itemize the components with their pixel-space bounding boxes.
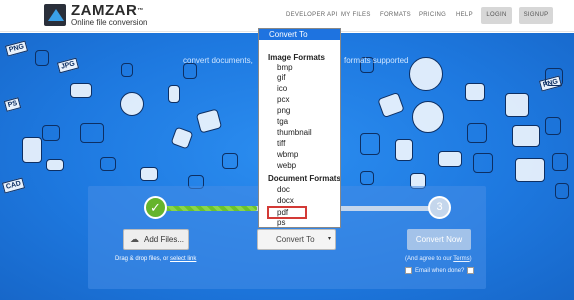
group-image-formats: Image Formats bbox=[268, 53, 325, 62]
printer-icon bbox=[46, 159, 64, 171]
video-icon bbox=[70, 83, 92, 98]
signup-button[interactable]: SIGNUP bbox=[519, 7, 553, 24]
option-pcx[interactable]: pcx bbox=[277, 95, 289, 105]
nav-formats[interactable]: FORMATS bbox=[380, 11, 411, 19]
video-right-icon bbox=[473, 153, 493, 173]
agree-close: ) bbox=[469, 256, 472, 262]
nav-pricing[interactable]: PRICING bbox=[419, 11, 446, 19]
gallery-icon bbox=[512, 125, 540, 147]
option-tga[interactable]: tga bbox=[277, 117, 288, 127]
upload-icon: ☁ bbox=[130, 234, 139, 244]
bg-png-label: PNG bbox=[4, 40, 29, 57]
archive-icon bbox=[22, 137, 42, 163]
media-icon bbox=[170, 126, 194, 150]
chevron-down-icon: ▾ bbox=[327, 236, 331, 242]
option-bmp[interactable]: bmp bbox=[277, 63, 293, 73]
convert-to-label: Convert To bbox=[276, 235, 315, 244]
document-icon bbox=[35, 50, 49, 66]
logo-trademark: ™ bbox=[137, 8, 144, 14]
step-3-indicator: 3 bbox=[428, 196, 451, 219]
option-gif[interactable]: gif bbox=[277, 73, 285, 83]
stack-icon bbox=[545, 117, 561, 135]
add-files-button[interactable]: ☁ Add Files... bbox=[123, 229, 189, 250]
gear-icon bbox=[465, 83, 485, 101]
bg-ps-label: PS bbox=[3, 97, 22, 112]
target-icon bbox=[409, 57, 443, 91]
terms-agreement: (And agree to our Terms) bbox=[405, 255, 472, 263]
option-ico[interactable]: ico bbox=[277, 84, 287, 94]
monitor-icon bbox=[515, 158, 545, 182]
hero-tagline-right: formats supported bbox=[344, 56, 409, 65]
nav-my-files[interactable]: MY FILES bbox=[341, 11, 371, 19]
zamzar-logo[interactable]: ZAMZAR™ Online file conversion bbox=[44, 3, 154, 29]
email-label: Email when done? bbox=[415, 268, 465, 274]
pencil-icon bbox=[377, 91, 405, 119]
tag-icon bbox=[555, 183, 569, 199]
keyboard-icon bbox=[438, 151, 462, 167]
file-icon bbox=[121, 63, 133, 77]
nav-help[interactable]: HELP bbox=[456, 11, 473, 19]
drag-drop-hint: Drag & drop files, or select link bbox=[115, 255, 196, 263]
film-icon bbox=[505, 93, 529, 117]
option-docx[interactable]: docx bbox=[277, 196, 294, 206]
group-document-formats: Document Formats bbox=[268, 174, 341, 183]
record-icon bbox=[412, 101, 444, 133]
option-ps[interactable]: ps bbox=[277, 218, 285, 227]
music-icon bbox=[42, 125, 60, 141]
logo-name: ZAMZAR bbox=[71, 2, 138, 19]
bag-icon bbox=[360, 171, 374, 185]
agree-text: (And agree to our bbox=[405, 256, 452, 262]
option-tiff[interactable]: tiff bbox=[277, 139, 285, 149]
option-png[interactable]: png bbox=[277, 106, 290, 116]
folder-icon bbox=[80, 123, 104, 143]
option-thumbnail[interactable]: thumbnail bbox=[277, 128, 312, 138]
photo-icon bbox=[140, 167, 158, 181]
step-1-complete: ✓ bbox=[144, 196, 167, 219]
select-link[interactable]: select link bbox=[170, 256, 196, 262]
option-wbmp[interactable]: wbmp bbox=[277, 150, 298, 160]
share-icon bbox=[222, 153, 238, 169]
option-doc[interactable]: doc bbox=[277, 185, 290, 195]
step-3-number: 3 bbox=[436, 201, 443, 213]
disc-icon bbox=[120, 92, 144, 116]
bg-jpg-label: JPG bbox=[56, 57, 80, 74]
bg-cad-label: CAD bbox=[1, 177, 26, 194]
convert-to-dropdown-list[interactable]: Convert To Image Formats bmp gif ico pcx… bbox=[258, 28, 341, 228]
progress-fill bbox=[155, 206, 257, 211]
play-icon bbox=[195, 108, 223, 134]
dropdown-option-convert-to[interactable]: Convert To bbox=[259, 29, 340, 40]
logo-tagline: Online file conversion bbox=[71, 18, 148, 27]
check-icon: ✓ bbox=[150, 200, 161, 215]
terms-link[interactable]: Terms bbox=[453, 256, 469, 262]
cd-icon bbox=[545, 68, 563, 86]
login-button[interactable]: LOGIN bbox=[481, 7, 512, 24]
add-files-label: Add Files... bbox=[144, 235, 185, 244]
hero-tagline-left: convert documents, bbox=[183, 56, 253, 65]
drag-drop-text: Drag & drop files, or bbox=[115, 256, 169, 262]
email-icon bbox=[467, 123, 487, 143]
pdf-highlight-box bbox=[267, 206, 307, 219]
convert-to-select[interactable]: Convert To ▾ bbox=[257, 229, 336, 250]
tablet-icon bbox=[395, 139, 413, 161]
option-webp[interactable]: webp bbox=[277, 161, 296, 171]
email-checkbox-left[interactable] bbox=[405, 267, 412, 274]
nav-developer-api[interactable]: DEVELOPER API bbox=[286, 11, 338, 19]
save-icon bbox=[552, 153, 568, 171]
convert-now-button[interactable]: Convert Now bbox=[407, 229, 471, 250]
logo-mark-icon bbox=[44, 4, 66, 26]
clipboard-icon bbox=[360, 133, 380, 155]
camera-icon bbox=[100, 157, 116, 171]
email-checkbox[interactable] bbox=[467, 267, 474, 274]
phone-icon bbox=[168, 85, 180, 103]
